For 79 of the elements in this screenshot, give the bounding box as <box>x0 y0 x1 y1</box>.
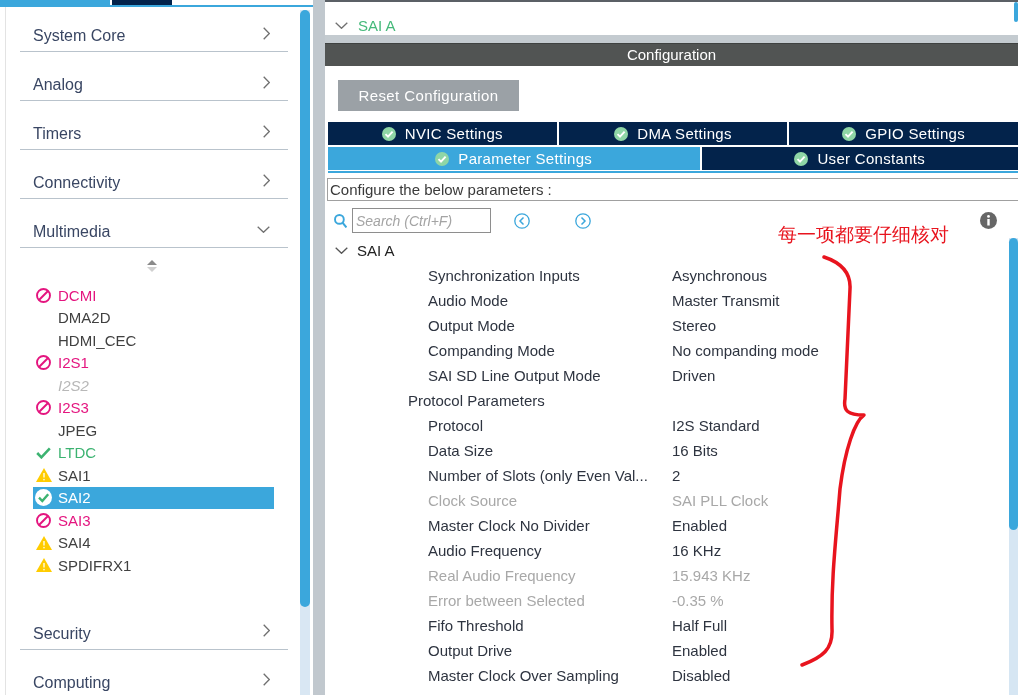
warning-icon <box>35 535 52 550</box>
category-header[interactable]: System Core <box>20 7 288 52</box>
category-header[interactable]: Connectivity <box>20 150 288 199</box>
prohibited-icon <box>36 355 51 371</box>
category-header[interactable]: Multimedia <box>20 199 288 248</box>
prohibited-icon <box>36 287 51 303</box>
parameter-value: Asynchronous <box>672 267 768 284</box>
previous-icon[interactable] <box>514 212 530 229</box>
peripheral-item[interactable]: SAI4 <box>33 531 274 554</box>
parameter-value: 16 KHz <box>672 542 722 559</box>
parameter-label: Real Audio Frequency <box>428 567 577 584</box>
parameter-value: Enabled <box>672 642 728 659</box>
parameter-value: 16 Bits <box>672 442 718 459</box>
peripheral-item[interactable]: DMA2D <box>33 306 274 329</box>
panel-splitter[interactable] <box>325 35 1018 43</box>
peripheral-item[interactable]: DCMI <box>33 284 274 307</box>
section-header[interactable]: SAI A <box>335 238 395 263</box>
warning-icon <box>35 558 52 573</box>
peripheral-item[interactable]: I2S1 <box>33 351 274 374</box>
parameter-label: Number of Slots (only Even Val... <box>428 467 649 484</box>
peripheral-item[interactable]: HDMI_CEC <box>33 329 274 352</box>
parameter-value: Disabled <box>672 667 731 684</box>
parameter-value: SAI PLL Clock <box>672 492 769 509</box>
sidebar-tab[interactable] <box>112 0 172 5</box>
parameter-label: Synchronization Inputs <box>428 267 581 284</box>
parameter-label: Master Clock Over Sampling <box>428 667 620 684</box>
parameter-label: Protocol <box>428 417 485 434</box>
parameter-value: I2S Standard <box>672 417 760 434</box>
scrollbar-thumb[interactable] <box>1014 2 1018 22</box>
parameter-value: Enabled <box>672 517 728 534</box>
search-field[interactable]: Search (Ctrl+F) <box>352 208 491 233</box>
prohibited-icon <box>36 400 51 416</box>
parameter-hint: Configure the below parameters : <box>327 178 1018 201</box>
settings-tab[interactable]: User Constants <box>701 147 1018 170</box>
parameter-label: Audio Frequency <box>428 542 543 559</box>
parameter-label: Output Mode <box>428 317 516 334</box>
warning-icon <box>35 468 52 483</box>
sidebar-tab[interactable] <box>0 0 110 5</box>
scrollbar-thumb[interactable] <box>1009 238 1018 530</box>
configuration-header: Configuration <box>325 43 1018 66</box>
info-icon[interactable] <box>980 212 997 229</box>
category-header[interactable]: Computing <box>20 649 288 695</box>
peripheral-item[interactable]: SAI3 <box>33 509 274 532</box>
parameter-label: Output Drive <box>428 642 514 659</box>
group-label: Protocol Parameters <box>408 391 545 411</box>
parameter-label: Clock Source <box>428 492 519 509</box>
parameter-value: Half Full <box>672 617 727 634</box>
parameter-value: Driven <box>672 367 716 384</box>
parameter-label: Companding Mode <box>428 342 556 359</box>
annotation-text: 每一项都要仔细核对 <box>778 222 949 246</box>
parameter-label: Master Clock No Divider <box>428 517 591 534</box>
search-icon <box>334 213 347 228</box>
peripheral-item[interactable]: JPEG <box>33 419 274 442</box>
sort-icon[interactable] <box>147 260 157 272</box>
parameter-label: Error between Selected <box>428 592 586 609</box>
parameter-label: SAI SD Line Output Mode <box>428 367 602 384</box>
parameter-label: Data Size <box>428 442 495 459</box>
peripheral-item[interactable]: SPDIFRX1 <box>33 554 274 577</box>
parameter-label: Fifo Threshold <box>428 617 525 634</box>
settings-tab[interactable]: NVIC Settings <box>328 122 557 145</box>
next-icon[interactable] <box>575 212 591 229</box>
parameter-value: Stereo <box>672 317 717 334</box>
prohibited-icon <box>36 512 51 528</box>
peripheral-item[interactable]: I2S3 <box>33 396 274 419</box>
peripheral-item[interactable]: SAI1 <box>33 464 274 487</box>
parameter-value: 2 <box>672 467 681 484</box>
settings-tab[interactable]: GPIO Settings <box>789 122 1018 145</box>
panel-splitter[interactable] <box>313 0 325 695</box>
settings-tab[interactable]: DMA Settings <box>558 122 788 145</box>
parameter-value: -0.35 % <box>672 592 724 609</box>
parameter-label: Audio Mode <box>428 292 510 309</box>
parameter-value: No companding mode <box>672 342 819 359</box>
check-circle-icon <box>35 489 52 507</box>
check-icon <box>36 446 51 459</box>
parameter-value: Master Transmit <box>672 292 780 309</box>
category-header[interactable]: Security <box>20 600 288 650</box>
category-header[interactable]: Analog <box>20 52 288 101</box>
parameter-value: 15.943 KHz <box>672 567 751 584</box>
category-header[interactable]: Timers <box>20 101 288 150</box>
